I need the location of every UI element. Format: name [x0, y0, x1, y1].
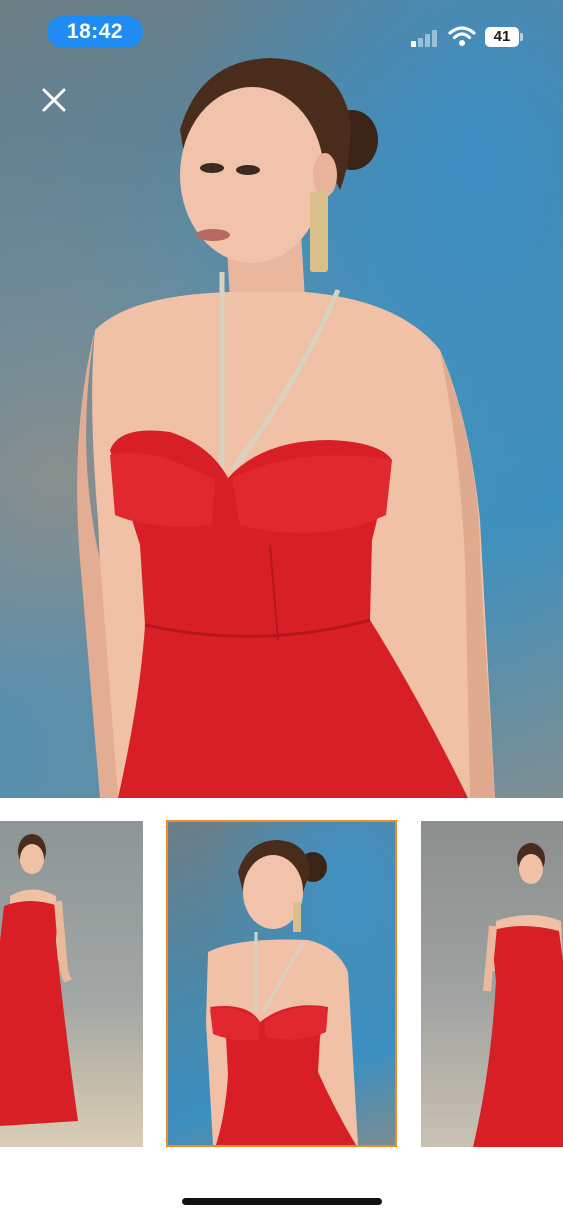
wifi-icon — [448, 26, 476, 46]
thumbnail-2-photo — [206, 840, 358, 1145]
home-indicator[interactable] — [182, 1198, 382, 1205]
thumbnail-1[interactable] — [0, 821, 143, 1147]
thumbnail-strip — [0, 820, 563, 1147]
thumbnail-3-photo — [473, 843, 563, 1147]
model-photo — [77, 58, 495, 798]
main-product-image[interactable]: 18:42 41 — [0, 0, 563, 798]
thumbnail-3[interactable] — [421, 821, 563, 1147]
status-bar: 18:42 41 — [0, 0, 563, 64]
status-time: 18:42 — [47, 16, 143, 48]
thumbnail-2-selected[interactable] — [166, 820, 397, 1147]
battery-tip — [520, 33, 523, 41]
close-icon[interactable] — [38, 84, 70, 116]
thumbnail-1-photo — [0, 834, 78, 1126]
battery-indicator: 41 — [485, 27, 519, 47]
cellular-signal-icon — [411, 29, 441, 47]
